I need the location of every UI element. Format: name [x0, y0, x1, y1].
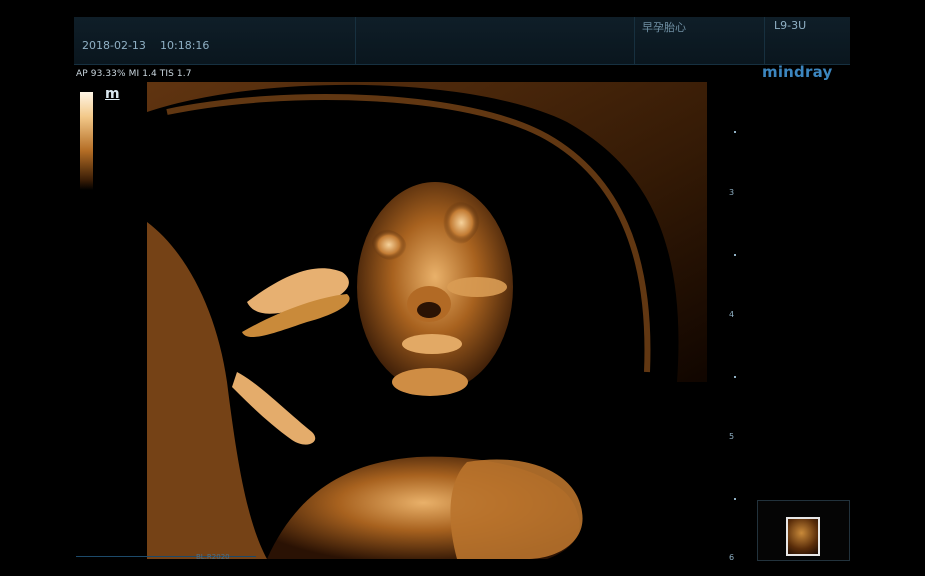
grayscale-label: m — [105, 86, 120, 102]
depth-minor-tick — [734, 131, 736, 133]
header-separator — [634, 17, 635, 64]
depth-minor-tick — [734, 498, 736, 500]
grayscale-bar — [80, 92, 93, 190]
header-separator — [355, 17, 356, 64]
depth-label: 3 — [729, 188, 735, 197]
ultrasound-screen: 2018-02-13 10:18:16 早孕胎心 L9-3U AP 93.33%… — [0, 0, 925, 576]
exam-date: 2018-02-13 — [82, 39, 146, 52]
depth-minor-tick — [734, 254, 736, 256]
header-separator — [764, 17, 765, 64]
acoustic-params: AP 93.33% MI 1.4 TIS 1.7 — [76, 69, 192, 79]
ultrasound-image[interactable] — [147, 82, 707, 559]
probe-name[interactable]: L9-3U — [774, 19, 806, 32]
image-thumbnail-icon[interactable] — [786, 517, 820, 556]
header-bar: 2018-02-13 10:18:16 早孕胎心 L9-3U — [74, 17, 850, 65]
depth-label: 5 — [729, 432, 735, 441]
depth-minor-tick — [734, 376, 736, 378]
depth-label: 4 — [729, 310, 735, 319]
exam-time: 10:18:16 — [160, 39, 210, 52]
exam-type[interactable]: 早孕胎心 — [642, 19, 686, 35]
fetal-face-render — [147, 82, 707, 559]
brand-logo: mindray — [762, 63, 833, 81]
depth-label: 6 — [729, 553, 735, 562]
bottom-status-text: BL.R2020 — [196, 553, 230, 561]
